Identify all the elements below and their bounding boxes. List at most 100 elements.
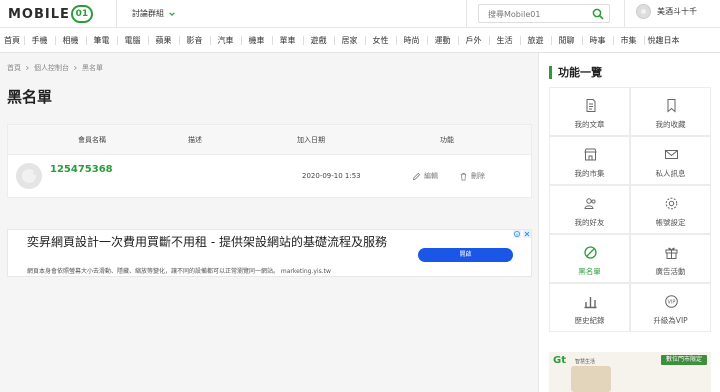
sidebar-item-store[interactable]: 我的市集 xyxy=(549,136,630,185)
user-name: 美酒斗十千 xyxy=(657,7,697,16)
nav-item[interactable]: 相機 xyxy=(55,28,86,53)
document-icon xyxy=(586,99,596,112)
nav-item[interactable]: 市集 xyxy=(613,28,644,53)
promo-tag: 數位門市限定 xyxy=(660,355,707,365)
category-list: 首頁 手機 相機 筆電 電腦 蘋果 影音 汽車 機車 單車 遊戲 居家 女性 時尚 運動 戶外 生活 旅遊 閒聊 時事… xyxy=(0,28,683,53)
ad-banner[interactable]: 奕昇網頁設計一次費用買斷不用租 - 提供架設網站的基礎流程及服務 網頁本身會依照… xyxy=(7,229,532,277)
sidebar-item-bookmark[interactable]: 我的收藏 xyxy=(630,87,711,136)
sidebar-item-label: 私人訊息 xyxy=(655,169,686,178)
nav-item[interactable]: 汽車 xyxy=(210,28,241,53)
ad-choices[interactable] xyxy=(513,230,531,238)
sidebar-item-label: 廣告活動 xyxy=(655,267,686,276)
nav-item[interactable]: 時尚 xyxy=(396,28,427,53)
sidebar-item-mail[interactable]: 私人訊息 xyxy=(630,136,711,185)
breadcrumb-current: 黑名單 xyxy=(82,64,103,72)
promo-banner[interactable]: Gt 智慧生活 數位門市限定 xyxy=(549,352,711,392)
breadcrumb-dashboard[interactable]: 個人控制台 xyxy=(34,63,69,73)
nav-item[interactable]: 遊戲 xyxy=(303,28,334,53)
trash-icon xyxy=(460,172,467,181)
sidebar-item-label: 我的好友 xyxy=(574,218,605,227)
nav-item[interactable]: 首頁 xyxy=(0,28,24,53)
ad-title[interactable]: 奕昇網頁設計一次費用買斷不用租 - 提供架設網站的基礎流程及服務 xyxy=(27,234,407,250)
svg-text:VIP: VIP xyxy=(668,300,676,306)
table-header: 會員名稱 描述 加入日期 功能 xyxy=(8,125,531,155)
nav-item[interactable]: 戶外 xyxy=(458,28,489,53)
friends-icon xyxy=(584,198,596,209)
sidebar-item-gift[interactable]: 廣告活動 xyxy=(630,234,711,283)
sidebar-item-label: 帳號設定 xyxy=(655,218,686,227)
edit-button[interactable]: 編輯 xyxy=(412,171,438,181)
bar-chart-icon xyxy=(584,297,597,309)
store-icon xyxy=(584,148,597,161)
nav-item[interactable]: 旅遊 xyxy=(520,28,551,53)
chevron-down-icon xyxy=(169,11,175,16)
sidebar-item-label: 歷史紀錄 xyxy=(574,316,605,325)
column-note: 描述 xyxy=(188,136,202,144)
page-title: 黑名單 xyxy=(7,88,53,106)
nav-item[interactable]: 女性 xyxy=(365,28,396,53)
sidebar-item-label: 升級為VIP xyxy=(653,316,688,325)
sidebar-item-bar-chart[interactable]: 歷史紀錄 xyxy=(549,283,630,332)
nav-item[interactable]: 影音 xyxy=(179,28,210,53)
bookmark-icon xyxy=(667,99,676,113)
title-accent-bar xyxy=(549,65,552,79)
logo-badge: 01 xyxy=(70,5,93,23)
promo-product-image xyxy=(571,366,611,392)
sidebar-item-vip-badge[interactable]: VIP 升級為VIP xyxy=(630,283,711,332)
divider xyxy=(116,0,117,28)
ad-open-button[interactable]: 開啟 xyxy=(418,248,513,262)
sidebar-item-label: 我的收藏 xyxy=(655,120,686,129)
nav-item[interactable]: 運動 xyxy=(427,28,458,53)
sidebar-title: 功能一覽 xyxy=(549,64,602,80)
search-icon[interactable] xyxy=(592,8,604,20)
nav-item[interactable]: 居家 xyxy=(334,28,365,53)
promo-brand: Gt xyxy=(553,355,566,366)
nav-item[interactable]: 時事 xyxy=(582,28,613,53)
delete-label: 刪除 xyxy=(471,172,485,180)
sidebar-item-gear[interactable]: 帳號設定 xyxy=(630,185,711,234)
block-icon xyxy=(584,246,597,259)
breadcrumb-home[interactable]: 首頁 xyxy=(7,63,21,73)
promo-sub: 智慧生活 xyxy=(575,359,596,365)
nav-item[interactable]: 機車 xyxy=(241,28,272,53)
vip-badge-icon: VIP xyxy=(665,295,678,308)
category-nav: 首頁 手機 相機 筆電 電腦 蘋果 影音 汽車 機車 單車 遊戲 居家 女性 時尚 運動 戶外 生活 旅遊 閒聊 時事… xyxy=(0,28,720,53)
nav-item[interactable]: 生活 xyxy=(489,28,520,53)
chevron-right-icon xyxy=(26,65,29,71)
nav-item[interactable]: 閒聊 xyxy=(551,28,582,53)
sidebar: 功能一覽 我的文章 我的收藏我的市集 私人訊息我的好友 帳號設定黑名單 廣告活動歷史紀錄… xyxy=(538,53,720,392)
delete-button[interactable]: 刪除 xyxy=(459,171,485,181)
sidebar-title-text: 功能一覽 xyxy=(558,66,602,79)
top-bar: MOBILE 01 討論群組 美酒斗十千 xyxy=(0,0,720,28)
logo-text: MOBILE xyxy=(8,6,70,22)
column-action: 功能 xyxy=(440,136,454,144)
gear-icon xyxy=(665,197,678,210)
mail-icon xyxy=(665,150,678,159)
sidebar-item-friends[interactable]: 我的好友 xyxy=(549,185,630,234)
member-name-link[interactable]: 125475368 xyxy=(50,164,113,175)
nav-item[interactable]: 單車 xyxy=(272,28,303,53)
nav-item[interactable]: 電腦 xyxy=(117,28,148,53)
sidebar-item-block[interactable]: 黑名單 xyxy=(549,234,630,283)
forum-group-label: 討論群組 xyxy=(132,9,164,18)
divider xyxy=(466,0,467,28)
user-menu[interactable]: 美酒斗十千 xyxy=(636,4,697,19)
avatar[interactable] xyxy=(16,163,42,189)
search-box xyxy=(478,4,610,23)
breadcrumb: 首頁 個人控制台 黑名單 xyxy=(7,63,103,73)
nav-item[interactable]: 筆電 xyxy=(86,28,117,53)
added-date: 2020-09-10 1:53 xyxy=(302,172,361,180)
nav-item[interactable]: 蘋果 xyxy=(148,28,179,53)
ad-info-icon[interactable] xyxy=(513,230,521,238)
divider xyxy=(624,0,625,28)
forum-group-dropdown[interactable]: 討論群組 xyxy=(132,8,176,19)
close-icon[interactable] xyxy=(523,230,531,238)
column-date: 加入日期 xyxy=(297,136,325,144)
nav-item[interactable]: 悅趣日本 xyxy=(644,28,683,53)
mobile01-logo[interactable]: MOBILE 01 xyxy=(8,4,93,24)
sidebar-item-document[interactable]: 我的文章 xyxy=(549,87,630,136)
search-input[interactable] xyxy=(488,8,588,20)
gift-icon xyxy=(665,247,678,259)
column-member: 會員名稱 xyxy=(78,136,106,144)
nav-item[interactable]: 手機 xyxy=(24,28,55,53)
